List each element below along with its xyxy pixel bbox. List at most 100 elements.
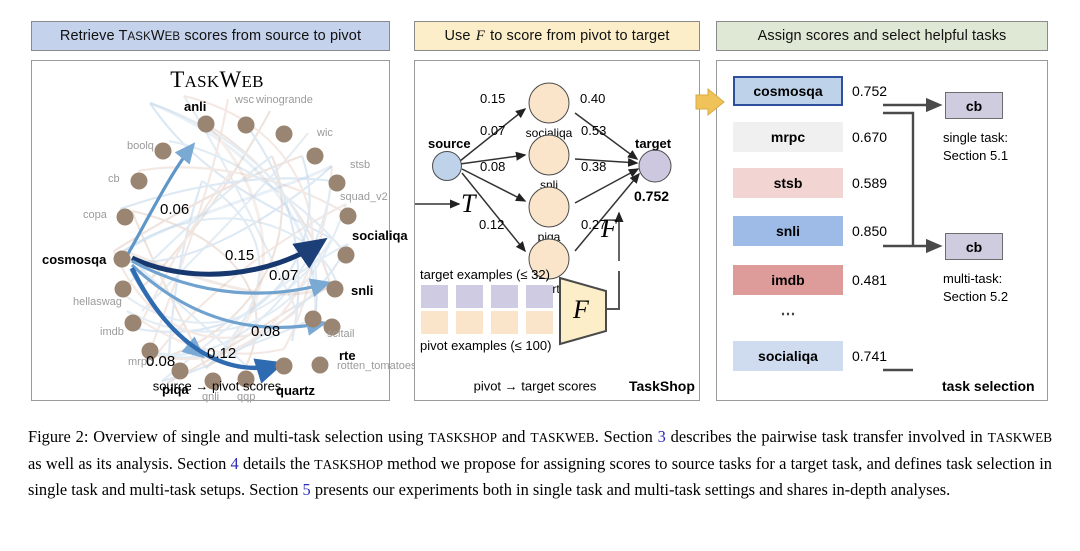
node-label-snli: snli <box>351 283 374 298</box>
target-node <box>638 149 672 183</box>
caption-taskweb-1: TASKWEB <box>530 430 595 445</box>
node-label-imdb: imdb <box>100 326 124 338</box>
node-scitail <box>304 310 322 328</box>
in-score-piqa: 0.08 <box>480 159 506 174</box>
single-task-target-cb: cb <box>945 92 1003 119</box>
task-score-cosmosqa: 0.752 <box>852 83 888 99</box>
header-middle-post: to score from pivot to target <box>485 27 670 44</box>
caption-taskshop-1: TASKSHOP <box>428 430 497 445</box>
target-example-square <box>526 285 553 308</box>
node-label-cb: cb <box>108 173 120 185</box>
edge-label-anli: 0.06 <box>160 201 190 218</box>
taskshop-brand: TaskShop <box>629 378 695 394</box>
caption-section-link-4[interactable]: 4 <box>231 454 239 473</box>
node-socialiqa <box>337 246 355 264</box>
header-left-pre: Retrieve <box>59 28 119 44</box>
edge-label-piqa: 0.08 <box>146 353 176 370</box>
in-score-quartz: 0.12 <box>479 217 505 232</box>
node-snli <box>326 280 344 298</box>
node-label-socialiqa: socialiqa <box>352 228 408 243</box>
multi-task-caption-line2: Section 5.2 <box>943 289 1009 304</box>
target-example-square <box>491 285 518 308</box>
task-score-imdb: 0.481 <box>852 272 888 288</box>
node-label-qqp: qqp <box>237 391 256 403</box>
out-score-piqa: 0.38 <box>581 159 607 174</box>
left-panel-footer: source → pivot scores <box>152 378 282 394</box>
header-retrieve-taskweb: Retrieve TASKWEB scores from source to p… <box>31 21 390 51</box>
task-list-ellipsis: ⋯ <box>780 305 796 323</box>
pivot-node-piqa <box>528 186 570 228</box>
node-imdb <box>124 314 142 332</box>
header-right-text: Assign scores and select helpful tasks <box>757 28 1007 44</box>
task-score-snli: 0.850 <box>852 223 888 239</box>
edge-cosmosqa-anli <box>126 142 196 255</box>
panel-taskweb: TASKWEB anli wsc winogrande wic stsb squ… <box>31 60 417 403</box>
task-name: cosmosqa <box>753 83 823 99</box>
f-symbol: F <box>475 27 485 44</box>
multi-task-caption-line1: multi-task: <box>943 271 1003 286</box>
node-squad-v2 <box>339 207 357 225</box>
single-task-caption-line1: single task: <box>943 130 1009 145</box>
caption-part-6: details the <box>238 453 315 473</box>
node-label-rotten-tomatoes: rotten_tomatoes <box>337 360 417 372</box>
edge-label-socialiqa: 0.15 <box>225 247 255 264</box>
taskweb-smallcaps: TASKWEB <box>118 28 181 44</box>
right-panel-footer: task selection <box>942 378 1035 394</box>
header-middle-pre: Use <box>444 27 475 44</box>
header-use-f: Use F to score from pivot to target <box>414 21 700 51</box>
edge-label-rte: 0.08 <box>251 323 281 340</box>
task-row-snli[interactable]: snli <box>733 216 843 246</box>
cb-label: cb <box>965 238 983 255</box>
caption-part-4: describes the pairwise task transfer inv… <box>665 427 988 446</box>
node-cb <box>130 172 148 190</box>
target-examples-label: target examples (≤ 32) <box>420 267 550 282</box>
node-boolq <box>154 142 172 160</box>
caption-section-link-3[interactable]: 3 <box>658 427 666 446</box>
task-score-socialiqa: 0.741 <box>852 348 888 364</box>
caption-part-1: Figure 2: Overview of single and multi-t… <box>28 427 429 446</box>
node-label-boolq: boolq <box>127 140 154 152</box>
edge-label-quartz: 0.12 <box>207 345 237 362</box>
node-label-copa: copa <box>83 209 107 221</box>
panel-task-selection: cosmosqa 0.752 mrpc 0.670 stsb 0.589 snl… <box>716 60 1048 401</box>
out-score-snli: 0.53 <box>581 123 607 138</box>
caption-taskshop-2: TASKSHOP <box>314 456 383 472</box>
task-name: socialiqa <box>758 348 818 364</box>
multi-task-target-cb: cb <box>945 233 1003 260</box>
caption-part-8: presents our experiments both in single … <box>310 480 951 499</box>
node-label-qnli: qnli <box>202 391 220 403</box>
target-example-square <box>421 285 448 308</box>
task-score-mrpc: 0.670 <box>852 129 888 145</box>
node-rotten-tomatoes <box>311 356 329 374</box>
figure-caption: Figure 2: Overview of single and multi-t… <box>28 424 1052 503</box>
out-score-socialiqa: 0.40 <box>580 91 606 106</box>
node-wsc <box>237 116 255 134</box>
node-cosmosqa <box>113 250 131 268</box>
source-label: source <box>428 136 471 151</box>
f-symbol-arrow: F <box>601 214 617 243</box>
node-label-winogrande: winogrande <box>256 94 313 106</box>
task-name: imdb <box>771 272 805 288</box>
node-anli <box>197 115 215 133</box>
target-label: target <box>635 136 672 151</box>
node-label-squad-v2: squad_v2 <box>340 191 388 203</box>
caption-part-2: and <box>497 427 531 446</box>
task-row-socialiqa[interactable]: socialiqa <box>733 341 843 371</box>
caption-section-link-5[interactable]: 5 <box>303 480 311 499</box>
pivot-node-snli <box>528 134 570 176</box>
pivot-example-square <box>526 311 553 334</box>
task-row-cosmosqa[interactable]: cosmosqa <box>733 76 843 106</box>
yellow-flow-arrow <box>695 87 725 117</box>
node-label-hellaswag: hellaswag <box>73 296 122 308</box>
task-row-mrpc[interactable]: mrpc <box>733 122 843 152</box>
task-row-stsb[interactable]: stsb <box>733 168 843 198</box>
node-label-cosmosqa: cosmosqa <box>42 252 107 267</box>
pivot-example-square <box>456 311 483 334</box>
node-label-stsb: stsb <box>350 159 371 171</box>
task-name: stsb <box>773 175 803 191</box>
task-name: mrpc <box>770 129 806 145</box>
task-row-imdb[interactable]: imdb <box>733 265 843 295</box>
node-hellaswag <box>114 280 132 298</box>
t-symbol: T <box>461 189 476 218</box>
task-name: snli <box>775 223 801 239</box>
